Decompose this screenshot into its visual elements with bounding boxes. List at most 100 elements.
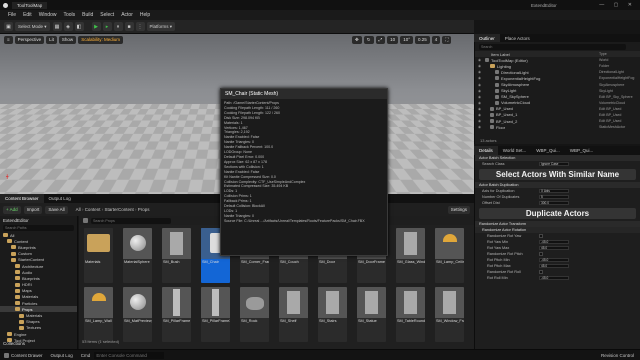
scale-snap-button[interactable]: 0.25 — [415, 35, 430, 44]
visibility-eye-icon[interactable]: ◉ — [478, 113, 481, 117]
asset-tile[interactable]: SM_Lamp_Wall — [84, 287, 113, 342]
menu-window[interactable]: Window — [39, 12, 57, 18]
menu-build[interactable]: Build — [82, 12, 93, 18]
outliner-type[interactable]: Edit BP_Sky_Sphere — [599, 95, 633, 99]
scale-icon[interactable]: ⤢ — [375, 35, 386, 44]
visibility-eye-icon[interactable]: ◉ — [478, 70, 481, 74]
asset-tile[interactable]: SM_Stairs — [318, 287, 347, 342]
visibility-eye-icon[interactable]: ◉ — [478, 83, 481, 87]
asset-tile[interactable]: SM_Statue — [357, 287, 386, 342]
camera-speed-button[interactable]: 4 — [431, 35, 441, 44]
grid-snap-button[interactable]: 10 — [387, 35, 399, 44]
visibility-eye-icon[interactable]: ◉ — [478, 95, 481, 99]
tab-world-settings[interactable]: World Set... — [498, 146, 531, 155]
randomize-checkbox[interactable] — [539, 252, 543, 256]
save-all-button[interactable]: Save All — [45, 205, 68, 214]
visibility-eye-icon[interactable]: ◉ — [478, 76, 481, 80]
randomize-value-field[interactable]: 45.0 — [539, 245, 569, 251]
menu-edit[interactable]: Edit — [23, 12, 32, 18]
select-similar-button[interactable]: Select Actors With Similar Name — [479, 169, 636, 180]
play-icon[interactable]: ▶ — [91, 22, 101, 31]
asset-tile[interactable]: SM_Rock — [240, 287, 269, 342]
import-button[interactable]: Import — [23, 205, 43, 214]
menu-actor[interactable]: Actor — [121, 12, 133, 18]
visibility-eye-icon[interactable]: ◉ — [478, 101, 481, 105]
visibility-eye-icon[interactable]: ◉ — [478, 89, 481, 93]
console-input[interactable]: Enter Console Command — [94, 351, 165, 359]
tree-search-input[interactable]: Search Paths — [3, 225, 74, 231]
duplicate-actors-button[interactable]: Duplicate Actors — [479, 208, 636, 219]
platforms-button[interactable]: Platforms ▾ — [146, 22, 176, 31]
tab-output-log[interactable]: Output Log — [44, 194, 76, 203]
randomize-value-field[interactable]: -45.0 — [539, 257, 569, 263]
outliner-search-input[interactable]: Search — [479, 44, 626, 50]
output-log-button[interactable]: Output Log — [51, 353, 73, 358]
collections-header[interactable]: Collections — [3, 341, 25, 347]
show-button[interactable]: Show — [58, 35, 77, 44]
asset-tile[interactable]: SM_Glass_Window — [396, 228, 425, 283]
tab-details[interactable]: Details — [474, 146, 498, 155]
outliner-type[interactable]: Edit BP_Used — [599, 107, 621, 111]
num-duplicates-field[interactable]: 5 — [539, 194, 569, 200]
asset-tile[interactable]: SM_Bush — [162, 228, 191, 283]
outliner-row[interactable]: ◉ Floor StaticMeshActor — [475, 124, 640, 130]
randomize-value-field[interactable]: -45.0 — [539, 239, 569, 245]
outliner-type[interactable]: Edit BP_Used — [599, 113, 621, 117]
viewport-menu-icon[interactable]: ≡ — [4, 35, 13, 44]
visibility-eye-icon[interactable]: ◉ — [478, 125, 481, 129]
stop-icon[interactable]: ■ — [124, 22, 134, 31]
maximize-viewport-icon[interactable]: ⛶ — [442, 35, 452, 44]
revision-control-button[interactable]: Revision Control — [601, 353, 634, 358]
breadcrumb-startercontent[interactable]: StarterContent — [104, 207, 133, 212]
breadcrumb-content[interactable]: Content — [85, 207, 101, 212]
add-button[interactable]: + Add — [3, 205, 21, 214]
col-item-label[interactable]: Item Label — [491, 52, 510, 57]
level-tab[interactable]: ToolToolMap — [12, 1, 48, 9]
asset-search-input[interactable]: Search Props — [91, 217, 171, 224]
randomize-value-field[interactable]: -45.0 — [539, 275, 569, 281]
cinematics-icon[interactable]: ◧ — [74, 22, 84, 31]
tab-content-browser[interactable]: Content Browser — [0, 194, 44, 203]
asset-tile[interactable]: SM_Window_Frame — [435, 287, 464, 342]
settings-button[interactable]: Settings — [447, 205, 470, 214]
translate-icon[interactable]: ✥ — [352, 35, 362, 44]
outliner-type[interactable]: Edit BP_Used — [599, 119, 621, 123]
asset-tile[interactable]: SM_TableRound — [396, 287, 425, 342]
cmd-dropdown[interactable]: Cmd — [81, 353, 91, 358]
lit-button[interactable]: Lit — [46, 35, 57, 44]
asset-tile[interactable]: SM_PillarFrame300 — [201, 287, 230, 342]
content-drawer-button[interactable]: Content Drawer — [11, 353, 43, 358]
filter-icon[interactable] — [83, 218, 88, 223]
visibility-eye-icon[interactable]: ◉ — [478, 107, 481, 111]
menu-help[interactable]: Help — [140, 12, 150, 18]
asset-tile[interactable]: MaterialSphere — [123, 228, 152, 283]
col-type[interactable]: Type — [599, 52, 607, 56]
visibility-eye-icon[interactable]: ◉ — [478, 58, 481, 62]
menu-tools[interactable]: Tools — [63, 12, 75, 18]
tree-root[interactable]: ExtendEditor — [0, 216, 77, 224]
tab-widget-1[interactable]: WBP_Qui... — [531, 146, 565, 155]
visibility-eye-icon[interactable]: ◉ — [478, 119, 481, 123]
content-icon[interactable]: ▦ — [52, 22, 62, 31]
pause-icon[interactable]: ⏸ — [113, 22, 123, 31]
axis-dropdown[interactable]: X Axis — [539, 188, 569, 194]
asset-tile[interactable]: SM_Shelf — [279, 287, 308, 342]
search-class-field[interactable]: Ignore Case — [539, 161, 569, 167]
asset-tile[interactable]: SM_PillarFrame — [162, 287, 191, 342]
scalability-button[interactable]: Scalability: Medium — [78, 35, 123, 44]
rotation-snap-button[interactable]: 10° — [400, 35, 413, 44]
menu-select[interactable]: Select — [100, 12, 114, 18]
blueprint-icon[interactable]: ◈ — [63, 22, 73, 31]
window-controls[interactable]: — ▢ ✕ — [599, 2, 636, 8]
randomize-value-field[interactable]: 45.0 — [539, 263, 569, 269]
play-in-editor-icon[interactable]: ▸ — [102, 22, 112, 31]
select-mode-button[interactable]: Select Mode ▾ — [15, 22, 50, 31]
randomize-checkbox[interactable] — [539, 234, 543, 238]
asset-tile[interactable]: SM_MatPreview_Mesh_02 — [123, 287, 152, 342]
asset-tile[interactable]: SM_Lamp_Ceiling — [435, 228, 464, 283]
offset-field[interactable]: 300.0 — [539, 200, 569, 206]
perspective-button[interactable]: Perspective — [14, 35, 45, 44]
rotate-icon[interactable]: ↻ — [363, 35, 374, 44]
tab-widget-2[interactable]: WBP_Qui... — [565, 146, 599, 155]
visibility-eye-icon[interactable]: ◉ — [478, 64, 481, 68]
